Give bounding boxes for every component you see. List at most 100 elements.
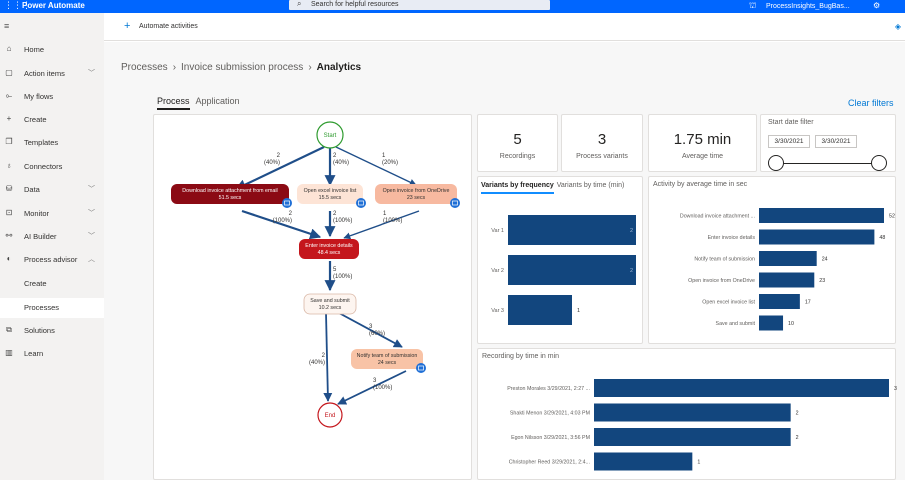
chevron-down-icon[interactable]: ﹀ bbox=[88, 208, 95, 218]
process-edge[interactable] bbox=[335, 146, 417, 186]
activity-node-time: 51.5 secs bbox=[219, 195, 242, 201]
process-map[interactable]: 2 (40%) 2 (40%) 1 (20%) 2 (100%) 2 (100%) 1 (100%) 5… bbox=[153, 114, 472, 480]
start-date-input[interactable]: 3/30/2021 bbox=[768, 135, 810, 148]
sidebar-item-templates[interactable]: ❐ Templates bbox=[0, 133, 104, 153]
recording-bar[interactable] bbox=[594, 428, 791, 446]
sidebar-item-label: Create bbox=[24, 279, 47, 288]
analytics-tabs: Process Application bbox=[157, 96, 246, 110]
recording-value: 2 bbox=[796, 435, 799, 441]
recording-bar[interactable] bbox=[594, 379, 889, 397]
clear-filters-button[interactable]: Clear filters bbox=[848, 98, 894, 108]
breadcrumb: Processes › Invoice submission process › Ana… bbox=[121, 62, 361, 73]
activity-bar[interactable] bbox=[759, 208, 884, 223]
breadcrumb-processes-link[interactable]: Processes bbox=[121, 62, 168, 73]
sidebar-item-create-sub[interactable]: Create bbox=[0, 274, 104, 294]
plus-icon[interactable]: + bbox=[124, 20, 130, 32]
activity-label: Save and submit bbox=[716, 321, 756, 327]
edge-percent-label: (40%) bbox=[309, 360, 325, 366]
breadcrumb-current: Analytics bbox=[316, 62, 362, 73]
activity-node[interactable] bbox=[297, 184, 363, 204]
breadcrumb-process-link[interactable]: Invoice submission process bbox=[181, 62, 303, 73]
activity-bar[interactable] bbox=[759, 315, 784, 331]
variant-value: 2 bbox=[630, 268, 633, 274]
variants-card: Variants by frequency Variants by time (m… bbox=[477, 176, 643, 344]
activity-node[interactable] bbox=[171, 184, 289, 204]
tab-process[interactable]: Process bbox=[157, 96, 190, 110]
variant-bar[interactable] bbox=[508, 215, 636, 245]
process-edge[interactable] bbox=[337, 370, 407, 405]
automation-badge-icon[interactable] bbox=[282, 198, 292, 208]
activity-bar[interactable] bbox=[759, 251, 817, 266]
search-box[interactable]: ⌕ Search for helpful resources bbox=[289, 0, 550, 10]
activity-node[interactable] bbox=[351, 349, 423, 369]
sidebar-item-processes-sub[interactable]: Processes bbox=[0, 298, 104, 318]
recording-bar[interactable] bbox=[594, 452, 693, 471]
activity-node-time: 48.4 secs bbox=[318, 250, 341, 256]
environment-name[interactable]: ProcessInsights_BugBas... bbox=[766, 2, 850, 11]
sidebar-item-data[interactable]: ⛁ Data ﹀ bbox=[0, 180, 104, 200]
variant-label: Var 2 bbox=[491, 268, 504, 274]
activity-node-time: 24 secs bbox=[378, 360, 397, 366]
process-map-canvas[interactable]: 2(40%)2(40%)1(20%)2(100%)2(100%)1(100%)5… bbox=[154, 115, 473, 480]
activity-node[interactable] bbox=[299, 239, 359, 259]
sidebar-item-my-flows[interactable]: ⟜ My flows bbox=[0, 87, 104, 107]
hamburger-menu-icon[interactable]: ≡ bbox=[4, 21, 9, 31]
chevron-down-icon[interactable]: ﹀ bbox=[88, 184, 95, 194]
variant-bar[interactable] bbox=[508, 295, 572, 325]
recording-bar[interactable] bbox=[594, 403, 791, 422]
breadcrumb-chevron-icon: › bbox=[308, 62, 312, 73]
automate-activities-button[interactable]: Automate activities bbox=[139, 23, 198, 30]
sidebar-item-action-items[interactable]: ▢ Action items ﹀ bbox=[0, 64, 104, 84]
chevron-down-icon[interactable]: ﹀ bbox=[88, 231, 95, 241]
process-edge[interactable] bbox=[241, 209, 322, 240]
templates-icon: ❐ bbox=[5, 137, 13, 146]
variant-value: 1 bbox=[577, 308, 580, 314]
automation-badge-icon[interactable] bbox=[356, 198, 366, 208]
activity-value: 48 bbox=[879, 235, 885, 241]
date-slider-start-handle[interactable] bbox=[768, 155, 784, 171]
edge-count-label: 5 bbox=[333, 267, 337, 273]
date-slider-end-handle[interactable] bbox=[871, 155, 887, 171]
activity-node-title: Enter invoice details bbox=[305, 243, 353, 249]
recording-label: Preston Morales 3/29/2021, 2:27 ... bbox=[507, 386, 590, 392]
edge-count-label: 3 bbox=[369, 324, 373, 330]
end-date-input[interactable]: 3/30/2021 bbox=[815, 135, 857, 148]
edge-count-label: 1 bbox=[383, 211, 387, 217]
variant-bar[interactable] bbox=[508, 255, 636, 285]
start-node-label: Start bbox=[324, 133, 337, 139]
activity-node[interactable] bbox=[375, 184, 457, 204]
sidebar-item-home[interactable]: ⌂ Home bbox=[0, 40, 104, 60]
settings-gear-icon[interactable]: ⚙ bbox=[873, 0, 880, 11]
chevron-down-icon[interactable]: ﹀ bbox=[88, 68, 95, 78]
activity-value: 17 bbox=[805, 300, 811, 306]
sidebar-item-create[interactable]: + Create bbox=[0, 110, 104, 130]
copilot-icon[interactable]: ◈ bbox=[895, 22, 901, 31]
kpi-label: Process variants bbox=[576, 153, 628, 160]
automation-badge-icon[interactable] bbox=[416, 363, 426, 373]
kpi-value: 1.75 min bbox=[673, 131, 732, 148]
process-edge[interactable] bbox=[338, 312, 403, 348]
date-slider-track[interactable] bbox=[776, 163, 878, 164]
activity-bar[interactable] bbox=[759, 229, 875, 245]
tab-application[interactable]: Application bbox=[196, 96, 240, 108]
sidebar-item-connectors[interactable]: ♁ Connectors bbox=[0, 157, 104, 177]
process-edge[interactable] bbox=[343, 210, 420, 240]
activity-bar[interactable] bbox=[759, 294, 800, 309]
edge-percent-label: (100%) bbox=[383, 218, 402, 224]
sidebar-item-label: Data bbox=[24, 185, 40, 194]
sidebar-item-process-advisor[interactable]: ◐ Process advisor ︿ bbox=[0, 250, 104, 270]
process-edge[interactable] bbox=[323, 312, 333, 402]
sidebar-item-learn[interactable]: ▥ Learn bbox=[0, 344, 104, 364]
sidebar-item-monitor[interactable]: ⊡ Monitor ﹀ bbox=[0, 204, 104, 224]
edge-count-label: 2 bbox=[277, 153, 281, 159]
process-edge[interactable] bbox=[235, 146, 325, 190]
sidebar-item-ai-builder[interactable]: ⚯ AI Builder ﹀ bbox=[0, 227, 104, 247]
environment-icon[interactable]: ⛫ bbox=[749, 0, 756, 11]
automation-badge-icon[interactable] bbox=[450, 198, 460, 208]
activity-bar[interactable] bbox=[759, 272, 815, 288]
home-icon: ⌂ bbox=[6, 44, 12, 53]
sidebar-item-solutions[interactable]: ⧉ Solutions bbox=[0, 321, 104, 341]
activity-node[interactable] bbox=[303, 293, 357, 315]
app-name[interactable]: Power Automate bbox=[22, 1, 85, 11]
chevron-up-icon[interactable]: ︿ bbox=[88, 254, 95, 264]
